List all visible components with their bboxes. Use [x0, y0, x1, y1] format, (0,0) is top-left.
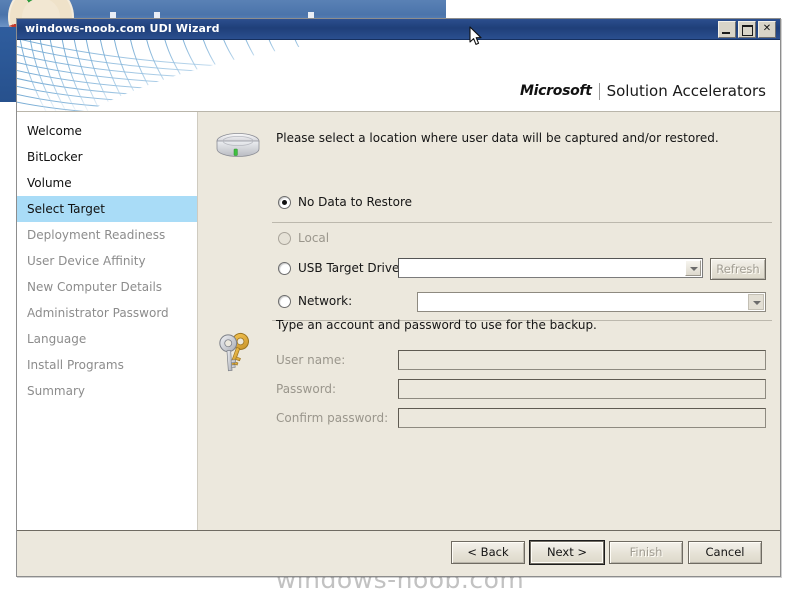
next-button[interactable]: Next >: [530, 541, 604, 564]
sidebar-item-deployment-readiness: Deployment Readiness: [27, 228, 166, 242]
sidebar-item-volume[interactable]: Volume: [17, 170, 197, 196]
user-name-field[interactable]: [398, 350, 766, 370]
radio-label: Local: [298, 231, 330, 245]
window-title: windows-noob.com UDI Wizard: [25, 22, 220, 35]
radio-indicator-icon[interactable]: [278, 195, 291, 209]
keys-icon: [219, 332, 250, 372]
radio-no-data-to-restore[interactable]: No Data to Restore: [278, 195, 412, 209]
radio-label: Network:: [298, 294, 353, 308]
password-label: Password:: [276, 382, 337, 396]
brand-divider: [598, 82, 600, 100]
radio-usb-target-drive[interactable]: USB Target Drive:: [278, 261, 403, 275]
wizard-body: Welcome BitLocker Volume Select Target D…: [17, 112, 780, 530]
usb-target-drive-combobox[interactable]: [398, 258, 703, 278]
radio-local: Local: [278, 231, 329, 245]
password-field[interactable]: [398, 379, 766, 399]
sidebar-item-new-computer-details: New Computer Details: [27, 280, 163, 294]
hard-drive-icon: [216, 133, 260, 157]
credentials-title: Type an account and password to use for …: [276, 318, 597, 332]
sidebar-item-user-device-affinity: User Device Affinity: [27, 254, 146, 268]
window-title-bar[interactable]: windows-noob.com UDI Wizard ✕: [17, 19, 780, 40]
wizard-footer: < Back Next > Finish Cancel: [17, 530, 780, 576]
radio-indicator-icon: [278, 231, 291, 245]
chevron-down-icon[interactable]: [748, 294, 764, 310]
wizard-step-nav: Welcome BitLocker Volume Select Target D…: [17, 112, 198, 530]
chevron-down-icon[interactable]: [685, 260, 701, 276]
product-name: Solution Accelerators: [606, 82, 766, 100]
sidebar-item-administrator-password: Administrator Password: [27, 306, 169, 320]
radio-label: USB Target Drive:: [298, 261, 404, 275]
sidebar-item-summary: Summary: [27, 384, 85, 398]
confirm-password-field[interactable]: [398, 408, 766, 428]
radio-indicator-icon[interactable]: [278, 294, 291, 308]
radio-label: No Data to Restore: [298, 195, 412, 209]
brand-lockup: Microsoft Solution Accelerators: [520, 82, 766, 100]
maximize-icon[interactable]: [738, 21, 756, 38]
sidebar-item-bitlocker[interactable]: BitLocker: [17, 144, 197, 170]
wizard-header: Microsoft Solution Accelerators: [17, 40, 780, 112]
section-divider: [272, 222, 772, 223]
sidebar-item-welcome[interactable]: Welcome: [17, 118, 197, 144]
confirm-password-label: Confirm password:: [276, 411, 389, 425]
back-button[interactable]: < Back: [451, 541, 525, 564]
wizard-content-pane: Please select a location where user data…: [198, 112, 780, 530]
window-controls: ✕: [718, 21, 776, 38]
sidebar-item-language: Language: [27, 332, 87, 346]
sidebar-item-install-programs: Install Programs: [27, 358, 124, 372]
user-name-label: User name:: [276, 353, 346, 367]
sidebar-item-select-target[interactable]: Select Target: [17, 196, 197, 222]
udi-wizard-window: windows-noob.com UDI Wizard ✕ Microsoft …: [16, 18, 781, 577]
radio-indicator-icon[interactable]: [278, 261, 291, 275]
header-mesh-graphic: [17, 40, 347, 112]
microsoft-wordmark: Microsoft: [520, 83, 592, 99]
close-icon[interactable]: ✕: [758, 21, 776, 38]
minimize-icon[interactable]: [718, 21, 736, 38]
refresh-button: Refresh: [710, 258, 766, 280]
finish-button: Finish: [609, 541, 683, 564]
cancel-button[interactable]: Cancel: [688, 541, 762, 564]
network-path-combobox[interactable]: [417, 292, 766, 312]
instruction-text: Please select a location where user data…: [276, 131, 719, 145]
radio-network[interactable]: Network:: [278, 294, 352, 308]
